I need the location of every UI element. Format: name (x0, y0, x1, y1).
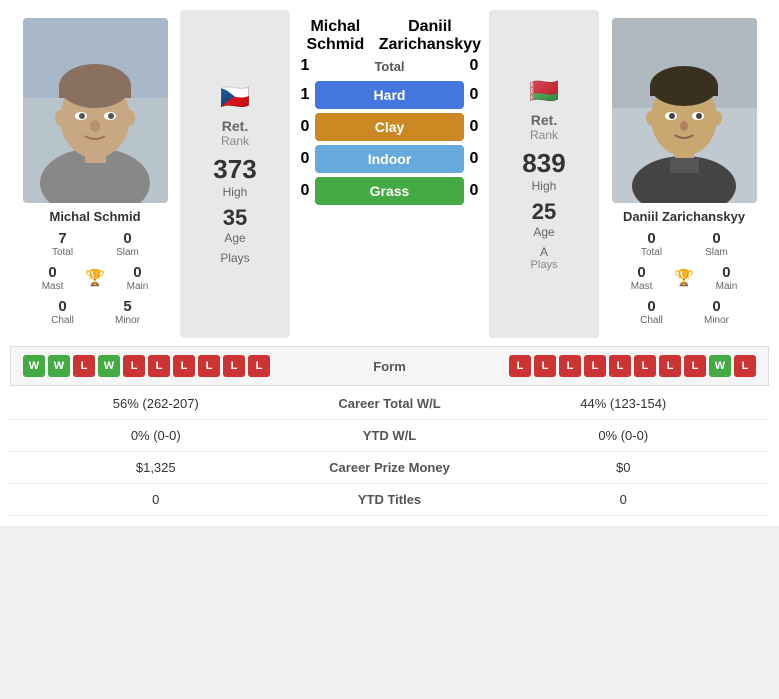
form-label: Form (330, 359, 450, 374)
player2-mast: 0 Mast (619, 264, 664, 292)
player2-flag: 🇧🇾 (529, 77, 559, 106)
player1-plays-panel: Plays (220, 251, 249, 265)
titles-right: 0 (490, 492, 758, 507)
ytd-wl-right: 0% (0-0) (490, 428, 758, 443)
player2-rank-panel: Ret. Rank (530, 112, 558, 142)
form-badge-right: L (659, 355, 681, 377)
form-badge-left: W (48, 355, 70, 377)
prize-right: $0 (490, 460, 758, 475)
form-badge-left: W (23, 355, 45, 377)
player1-total: 7 Total (40, 230, 85, 258)
player1-photo (23, 18, 168, 203)
player1-minor: 5 Minor (105, 298, 150, 326)
ytd-wl-left: 0% (0-0) (22, 428, 290, 443)
player2-plays-panel: A Plays (531, 245, 558, 271)
player2-total: 0 Total (629, 230, 674, 258)
player1-chall: 0 Chall (40, 298, 85, 326)
career-wl-right: 44% (123-154) (490, 396, 758, 411)
player1-age-panel: 35 Age (223, 205, 247, 245)
player1-flag: 🇨🇿 (220, 83, 250, 112)
player1-name: Michal Schmid (49, 209, 140, 224)
total-row: 1 Total 0 (295, 57, 484, 75)
form-badge-right: L (534, 355, 556, 377)
clay-row: 0 Clay 0 (295, 113, 484, 141)
ytd-wl-row: 0% (0-0) YTD W/L 0% (0-0) (10, 420, 769, 452)
player1-slam: 0 Slam (105, 230, 150, 258)
player1-mast: 0 Mast (30, 264, 75, 292)
main-container: Michal Schmid 7 Total 0 Slam 0 Mast (0, 0, 779, 526)
form-badge-left: L (248, 355, 270, 377)
titles-row: 0 YTD Titles 0 (10, 484, 769, 516)
player1-card: Michal Schmid 7 Total 0 Slam 0 Mast (10, 10, 180, 338)
form-badge-right: L (684, 355, 706, 377)
player1-name-top: Michal Schmid (295, 18, 376, 53)
player2-chall: 0 Chall (629, 298, 674, 326)
form-badge-right: W (709, 355, 731, 377)
prize-left: $1,325 (22, 460, 290, 475)
form-badge-right: L (634, 355, 656, 377)
grass-row: 0 Grass 0 (295, 177, 484, 205)
player1-stats-panel: 🇨🇿 Ret. Rank 373 High 35 Age Plays (180, 10, 290, 338)
form-badge-left: L (148, 355, 170, 377)
career-wl-row: 56% (262-207) Career Total W/L 44% (123-… (10, 388, 769, 420)
titles-left: 0 (22, 492, 290, 507)
player2-stats-panel: 🇧🇾 Ret. Rank 839 High 25 Age A Plays (489, 10, 599, 338)
hard-row: 1 Hard 0 (295, 81, 484, 109)
career-wl-left: 56% (262-207) (22, 396, 290, 411)
form-badge-left: L (73, 355, 95, 377)
ytd-wl-label: YTD W/L (290, 428, 490, 443)
surfaces-panel: Michal Schmid Daniil Zarichanskyy 1 Tota… (290, 10, 489, 338)
prize-label: Career Prize Money (290, 460, 490, 475)
player2-high-panel: 839 High (522, 148, 565, 193)
career-wl-label: Career Total W/L (290, 396, 490, 411)
form-badge-left: L (123, 355, 145, 377)
player1-rank-panel: Ret. Rank (221, 118, 249, 148)
player2-main: 0 Main (704, 264, 749, 292)
player2-name: Daniil Zarichanskyy (623, 209, 745, 224)
indoor-row: 0 Indoor 0 (295, 145, 484, 173)
form-right: LLLLLLLLWL (450, 355, 757, 377)
player2-minor: 0 Minor (694, 298, 739, 326)
player2-card: Daniil Zarichanskyy 0 Total 0 Slam 0 Ma (599, 10, 769, 338)
player1-main: 0 Main (115, 264, 160, 292)
form-badge-right: L (734, 355, 756, 377)
form-badge-left: L (223, 355, 245, 377)
form-badge-left: W (98, 355, 120, 377)
form-badge-right: L (509, 355, 531, 377)
form-badge-right: L (584, 355, 606, 377)
player1-high-panel: 373 High (213, 154, 256, 199)
players-section: Michal Schmid 7 Total 0 Slam 0 Mast (10, 10, 769, 338)
form-section: WWLWLLLLLL Form LLLLLLLLWL (10, 346, 769, 386)
prize-row: $1,325 Career Prize Money $0 (10, 452, 769, 484)
player2-photo (612, 18, 757, 203)
form-badge-left: L (198, 355, 220, 377)
form-badge-right: L (559, 355, 581, 377)
form-left: WWLWLLLLLL (23, 355, 330, 377)
player2-slam: 0 Slam (694, 230, 739, 258)
form-badge-right: L (609, 355, 631, 377)
player2-age-panel: 25 Age (532, 199, 556, 239)
form-badge-left: L (173, 355, 195, 377)
trophy-icon-left: 🏆 (85, 268, 105, 288)
titles-label: YTD Titles (290, 492, 490, 507)
trophy-icon-right: 🏆 (674, 268, 694, 288)
player2-name-top: Daniil Zarichanskyy (376, 18, 484, 53)
